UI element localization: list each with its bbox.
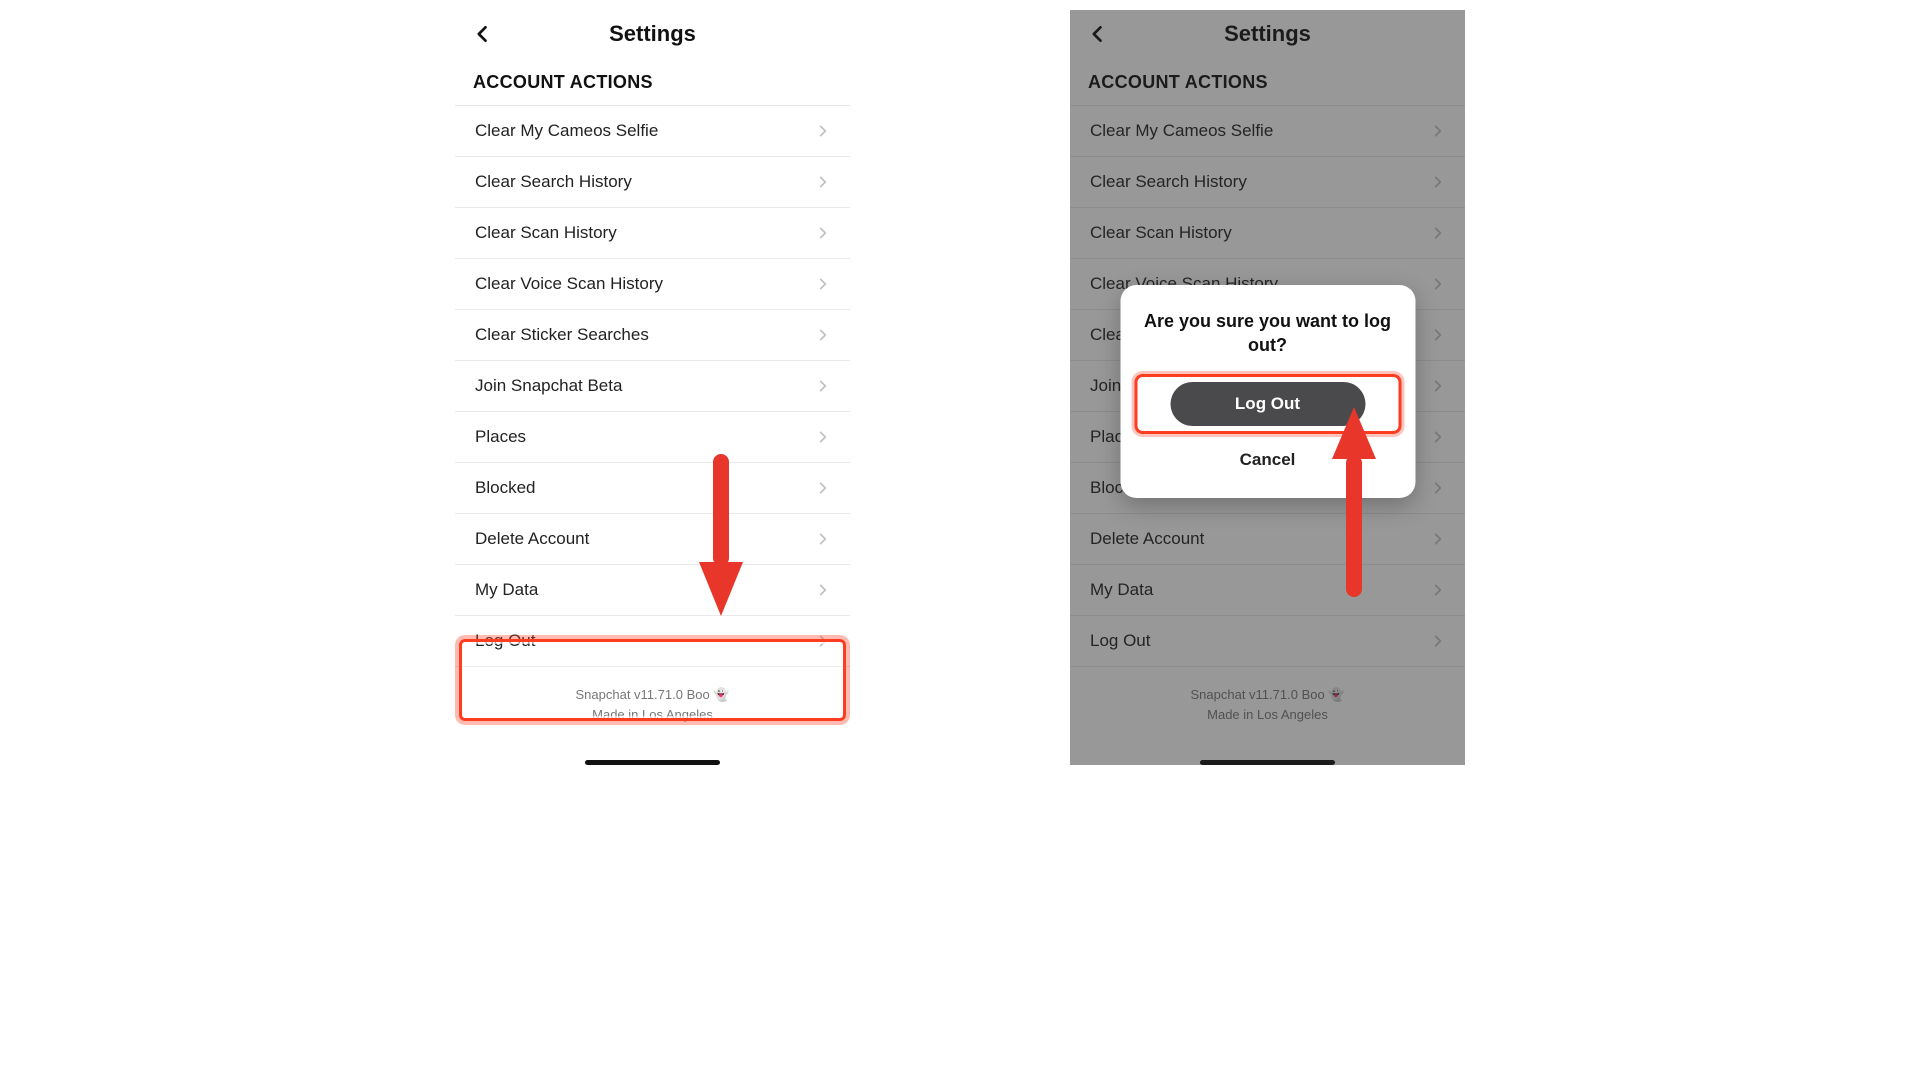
row-label: Blocked — [475, 478, 535, 498]
row-label: Clear Sticker Searches — [475, 325, 649, 345]
home-indicator[interactable] — [585, 760, 720, 765]
chevron-right-icon — [816, 481, 830, 495]
row-log-out[interactable]: Log Out — [455, 616, 850, 667]
footer: Snapchat v11.71.0 Boo 👻 Made in Los Ange… — [455, 667, 850, 732]
row-label: Clear Search History — [475, 172, 632, 192]
phone-left: Settings ACCOUNT ACTIONS Clear My Cameos… — [455, 10, 850, 765]
logout-cancel-button[interactable]: Cancel — [1138, 442, 1397, 478]
logout-confirm-button[interactable]: Log Out — [1170, 382, 1365, 426]
chevron-right-icon — [816, 124, 830, 138]
row-blocked[interactable]: Blocked — [455, 463, 850, 514]
row-label: Delete Account — [475, 529, 589, 549]
chevron-right-icon — [816, 583, 830, 597]
footer-location: Made in Los Angeles — [465, 705, 840, 725]
row-join-beta[interactable]: Join Snapchat Beta — [455, 361, 850, 412]
chevron-left-icon — [473, 24, 493, 44]
row-clear-voice-scan[interactable]: Clear Voice Scan History — [455, 259, 850, 310]
row-label: Clear Scan History — [475, 223, 617, 243]
chevron-right-icon — [816, 634, 830, 648]
row-label: Places — [475, 427, 526, 447]
header: Settings — [455, 10, 850, 58]
chevron-right-icon — [816, 328, 830, 342]
modal-title: Are you sure you want to log out? — [1138, 309, 1397, 358]
screen: Settings ACCOUNT ACTIONS Clear My Cameos… — [1070, 10, 1465, 765]
row-delete-account[interactable]: Delete Account — [455, 514, 850, 565]
phone-right: Settings ACCOUNT ACTIONS Clear My Cameos… — [1070, 10, 1465, 765]
row-my-data[interactable]: My Data — [455, 565, 850, 616]
logout-confirm-modal: Are you sure you want to log out? Log Ou… — [1120, 285, 1415, 498]
row-clear-cameos[interactable]: Clear My Cameos Selfie — [455, 106, 850, 157]
chevron-right-icon — [816, 277, 830, 291]
page-title: Settings — [455, 21, 850, 47]
row-label: Join Snapchat Beta — [475, 376, 622, 396]
row-label: Clear Voice Scan History — [475, 274, 663, 294]
row-clear-search-history[interactable]: Clear Search History — [455, 157, 850, 208]
section-header: ACCOUNT ACTIONS — [455, 58, 850, 105]
back-button[interactable] — [469, 20, 497, 48]
screen: Settings ACCOUNT ACTIONS Clear My Cameos… — [455, 10, 850, 765]
row-label: My Data — [475, 580, 538, 600]
row-label: Log Out — [475, 631, 536, 651]
modal-confirm-wrap: Log Out — [1138, 378, 1397, 430]
chevron-right-icon — [816, 379, 830, 393]
row-label: Clear My Cameos Selfie — [475, 121, 658, 141]
row-places[interactable]: Places — [455, 412, 850, 463]
chevron-right-icon — [816, 175, 830, 189]
row-clear-scan-history[interactable]: Clear Scan History — [455, 208, 850, 259]
footer-version: Snapchat v11.71.0 Boo 👻 — [465, 685, 840, 705]
chevron-right-icon — [816, 532, 830, 546]
settings-list: Clear My Cameos Selfie Clear Search Hist… — [455, 105, 850, 667]
chevron-right-icon — [816, 226, 830, 240]
chevron-right-icon — [816, 430, 830, 444]
row-clear-sticker-searches[interactable]: Clear Sticker Searches — [455, 310, 850, 361]
